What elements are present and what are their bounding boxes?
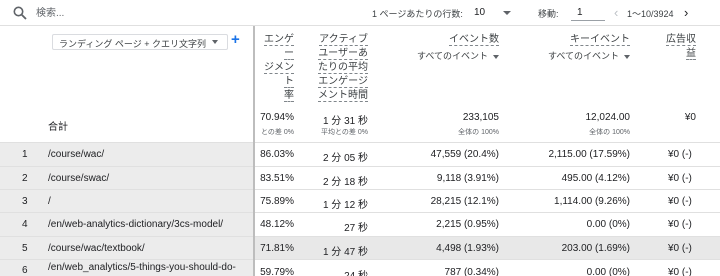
row-key-events: 1,114.00 (9.26%) bbox=[554, 196, 630, 207]
row-avg-time: 2 分 18 秒 bbox=[322, 177, 368, 188]
row-key-events: 2,115.00 (17.59%) bbox=[548, 149, 630, 160]
row-ad-revenue: ¥0 (-) bbox=[668, 219, 692, 230]
total-engagement-rate: 70.94% bbox=[260, 112, 294, 123]
caret-down-icon[interactable] bbox=[212, 40, 218, 44]
header-ad-revenue[interactable]: 広告収 益 bbox=[650, 33, 696, 61]
total-avg-time: 1 分 31 秒 bbox=[322, 116, 368, 127]
goto-label: 移動: bbox=[538, 9, 559, 19]
row-divider bbox=[0, 236, 720, 237]
row-events: 47,559 (20.4%) bbox=[430, 149, 499, 160]
row-avg-time: 2 分 05 秒 bbox=[322, 153, 368, 164]
goto-page-input[interactable] bbox=[571, 4, 605, 21]
row-key-events: 203.00 (1.69%) bbox=[561, 243, 630, 254]
key-event-filter-select[interactable]: すべてのイベント bbox=[548, 49, 630, 63]
row-avg-time: 1 分 12 秒 bbox=[322, 200, 368, 211]
row-divider bbox=[0, 212, 720, 213]
row-ad-revenue: ¥0 (-) bbox=[668, 173, 692, 184]
row-events: 9,118 (3.91%) bbox=[436, 173, 499, 184]
header-event-count[interactable]: イベント数 すべてのイベント bbox=[380, 33, 499, 64]
total-events-sub: 全体の 100% bbox=[458, 129, 499, 136]
row-divider bbox=[0, 189, 720, 190]
chevron-right-icon[interactable]: › bbox=[684, 6, 688, 19]
row-index: 1 bbox=[22, 149, 28, 160]
row-engagement-rate: 83.51% bbox=[260, 173, 294, 184]
row-events: 787 (0.34%) bbox=[444, 267, 499, 276]
row-ad-revenue: ¥0 (-) bbox=[668, 149, 692, 160]
add-dimension-button[interactable]: + bbox=[231, 32, 240, 47]
row-page-path[interactable]: /course/wac/ bbox=[48, 149, 104, 160]
row-engagement-rate: 59.79% bbox=[260, 267, 294, 276]
caret-down-icon[interactable] bbox=[493, 54, 499, 59]
row-index: 4 bbox=[22, 219, 28, 230]
total-key-events: 12,024.00 bbox=[585, 112, 631, 123]
row-page-path[interactable]: /course/wac/textbook/ bbox=[48, 243, 145, 254]
row-index: 2 bbox=[22, 173, 28, 184]
row-engagement-rate: 71.81% bbox=[260, 243, 294, 254]
header-key-events[interactable]: キーイベント すべてのイベント bbox=[508, 33, 630, 64]
total-key-events-sub: 全体の 100% bbox=[589, 129, 630, 136]
row-engagement-rate: 86.03% bbox=[260, 149, 294, 160]
row-index: 3 bbox=[22, 196, 28, 207]
caret-down-icon[interactable] bbox=[624, 54, 630, 59]
row-page-path[interactable]: /en/web_analytics/5-things-you-should-do… bbox=[48, 262, 236, 273]
row-key-events: 0.00 (0%) bbox=[586, 267, 630, 276]
chevron-left-icon[interactable]: ‹ bbox=[614, 6, 618, 19]
row-divider bbox=[0, 166, 720, 167]
totals-divider bbox=[0, 142, 720, 143]
rows-per-page-select[interactable]: 10 bbox=[474, 7, 485, 18]
dimension-column-bg bbox=[0, 143, 253, 276]
row-key-events: 0.00 (0%) bbox=[586, 219, 630, 230]
row-events: 4,498 (1.93%) bbox=[436, 243, 499, 254]
row-ad-revenue: ¥0 (-) bbox=[668, 267, 692, 276]
row-ad-revenue: ¥0 (-) bbox=[668, 196, 692, 207]
header-avg-engagement-time[interactable]: アクティブ ユーザーあ たりの平均 エンゲージ メント時間 bbox=[306, 33, 368, 103]
page-range: 1〜10/3924 bbox=[627, 9, 674, 19]
sticky-column-divider bbox=[253, 26, 255, 276]
total-avg-time-sub: 平均との差 0% bbox=[321, 129, 368, 136]
header-engagement-rate[interactable]: エンゲー ジメント 率 bbox=[255, 33, 294, 103]
row-avg-time: 27 秒 bbox=[344, 223, 368, 234]
table-toolbar: 1 ページあたりの行数: 10 移動: ‹ 1〜10/3924 › bbox=[0, 0, 720, 26]
row-engagement-rate: 75.89% bbox=[260, 196, 294, 207]
row-index: 5 bbox=[22, 243, 28, 254]
rows-per-page-label: 1 ページあたりの行数: bbox=[372, 9, 463, 19]
row-page-path[interactable]: /en/web-analytics-dictionary/3cs-model/ bbox=[48, 219, 223, 230]
row-index: 6 bbox=[22, 265, 28, 276]
row-avg-time: 24 秒 bbox=[300, 267, 368, 276]
row-events: 2,215 (0.95%) bbox=[436, 219, 499, 230]
row-page-path[interactable]: /course/swac/ bbox=[48, 173, 109, 184]
total-engagement-rate-sub: との差 0% bbox=[261, 129, 294, 136]
total-ad-revenue: ¥0 bbox=[684, 112, 696, 123]
event-filter-select[interactable]: すべてのイベント bbox=[417, 49, 499, 63]
dimension-select[interactable]: ランディング ページ + クエリ文字列 bbox=[52, 34, 228, 50]
row-ad-revenue: ¥0 (-) bbox=[668, 243, 692, 254]
row-page-path[interactable]: / bbox=[48, 196, 51, 207]
caret-down-icon[interactable] bbox=[503, 11, 511, 15]
row-divider bbox=[0, 259, 720, 260]
row-avg-time: 1 分 47 秒 bbox=[322, 247, 368, 258]
search-input[interactable] bbox=[36, 5, 236, 21]
search-icon[interactable] bbox=[13, 6, 27, 20]
row-key-events: 495.00 (4.12%) bbox=[561, 173, 630, 184]
total-events: 233,105 bbox=[462, 112, 499, 123]
totals-label: 合計 bbox=[48, 122, 68, 133]
row-events: 28,215 (12.1%) bbox=[430, 196, 499, 207]
row-engagement-rate: 48.12% bbox=[260, 219, 294, 230]
